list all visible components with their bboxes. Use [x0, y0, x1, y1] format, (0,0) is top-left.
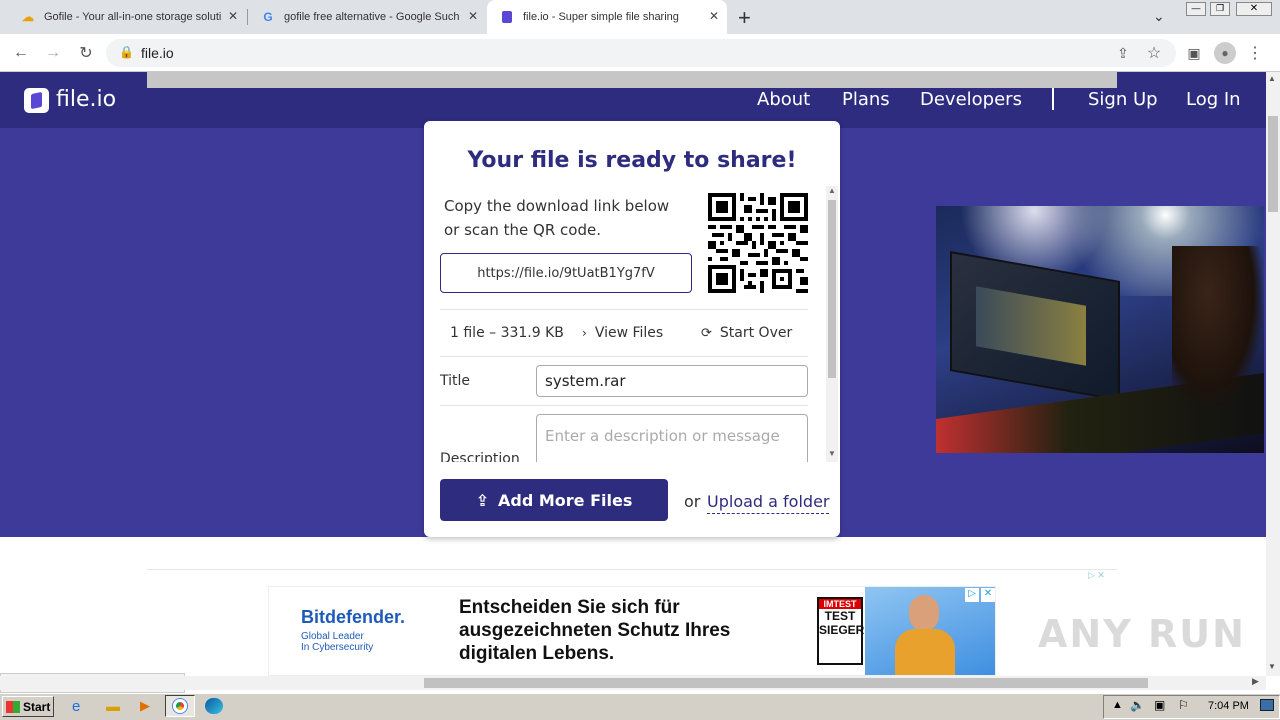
media-player-icon[interactable]: ▶ [140, 698, 150, 714]
side-panel-icon[interactable]: ▣ [1183, 42, 1205, 64]
profile-avatar-icon[interactable]: ● [1214, 42, 1236, 64]
tab-search-icon[interactable]: ⌄ [1153, 8, 1165, 25]
scroll-up-icon: ▲ [828, 186, 836, 195]
ad-brand: Bitdefender. [301, 607, 406, 627]
qr-code [708, 193, 808, 293]
title-input[interactable]: system.rar [536, 365, 808, 397]
adchoices-icon[interactable]: ▷ ✕ [1088, 570, 1105, 581]
tray-arrow-icon[interactable]: ▲ [1112, 699, 1123, 711]
download-link-field[interactable]: https://file.io/9tUatB1Yg7fV [440, 253, 692, 293]
minimize-button[interactable]: — [1186, 2, 1206, 16]
google-favicon: G [263, 10, 273, 24]
upload-folder-link[interactable]: Upload a folder [707, 492, 830, 514]
page-horizontal-scrollbar[interactable]: ▶ [0, 676, 1266, 690]
address-bar[interactable] [106, 39, 1176, 67]
nav-login[interactable]: Log In [1186, 89, 1241, 110]
ad-headline: Entscheiden Sie sich für ausgezeichneten… [459, 597, 731, 664]
close-icon[interactable]: ✕ [228, 9, 238, 23]
nav-about[interactable]: About [757, 89, 810, 110]
scroll-mask [424, 462, 828, 476]
upload-icon: ⇪ [475, 490, 490, 510]
url-text[interactable]: file.io [141, 45, 174, 61]
add-more-files-button[interactable]: ⇪ Add More Files [440, 479, 668, 521]
scroll-down-icon: ▼ [828, 449, 836, 458]
card-scrollbar[interactable]: ▲ ▼ [826, 186, 838, 462]
lock-icon: 🔒 [119, 45, 134, 59]
windows-logo-icon [6, 700, 20, 713]
bookmark-star-icon[interactable]: ☆ [1143, 42, 1165, 64]
forward-icon[interactable]: → [42, 42, 64, 64]
adchoices-icon[interactable]: ▷ [965, 588, 979, 602]
description-input[interactable]: Enter a description or message [536, 414, 808, 462]
folder-icon[interactable]: ▬ [106, 698, 120, 714]
divider [440, 309, 808, 310]
ad-placeholder-bar [147, 72, 1117, 88]
new-tab-button[interactable]: + [738, 5, 751, 31]
share-icon[interactable]: ⇪ [1112, 42, 1134, 64]
file-summary: 1 file – 331.9 KB [450, 325, 564, 341]
ad-tagline-1: Global Leader [301, 631, 364, 642]
ie-icon[interactable]: e [72, 698, 80, 715]
window-close-button[interactable]: ✕ [1236, 2, 1272, 16]
fileio-favicon [499, 9, 515, 25]
flag-icon[interactable]: ⚐ [1178, 698, 1189, 712]
reload-icon[interactable]: ↻ [75, 42, 97, 64]
ad-close-icon[interactable]: ✕ [981, 588, 995, 602]
logo-text[interactable]: file.io [56, 87, 116, 112]
edge-icon[interactable] [205, 698, 223, 714]
instructions-line-2: or scan the QR code. [444, 221, 601, 239]
tab-google[interactable]: G gofile free alternative - Google Such … [248, 0, 486, 34]
start-over-button[interactable]: ⟳ Start Over [701, 325, 792, 341]
nav-divider [1052, 88, 1054, 110]
hero-gaming-image [936, 206, 1264, 453]
nav-signup[interactable]: Sign Up [1088, 89, 1158, 110]
refresh-icon: ⟳ [701, 325, 712, 341]
taskbar-chrome-button[interactable] [165, 695, 195, 717]
view-files-button[interactable]: › View Files [582, 325, 663, 341]
close-icon[interactable]: ✕ [709, 9, 719, 23]
close-icon[interactable]: ✕ [468, 9, 478, 23]
page-vertical-scrollbar[interactable]: ▲ ▼ [1266, 72, 1280, 676]
card-heading: Your file is ready to share! [467, 148, 797, 173]
menu-dots-icon[interactable]: ⋮ [1244, 42, 1266, 64]
volume-icon[interactable]: 🔈 [1130, 698, 1145, 712]
clock: 7:04 PM [1208, 700, 1249, 712]
divider [440, 405, 808, 406]
show-desktop-icon[interactable] [1260, 699, 1274, 711]
instructions-line-1: Copy the download link below [444, 197, 670, 215]
bitdefender-ad[interactable]: Bitdefender. Global Leader In Cybersecur… [268, 586, 996, 676]
nav-plans[interactable]: Plans [842, 89, 890, 110]
ad-top-rule [147, 569, 1117, 570]
maximize-button[interactable]: ❐ [1210, 2, 1230, 16]
tab-gofile[interactable]: ☁ Gofile - Your all-in-one storage solut… [8, 0, 246, 34]
chrome-icon [173, 699, 187, 713]
divider [440, 356, 808, 357]
watermark: ANY RUN [1038, 612, 1246, 656]
back-icon[interactable]: ← [10, 42, 32, 64]
tab-fileio[interactable]: file.io - Super simple file sharing ✕ [487, 0, 727, 34]
gofile-favicon: ☁ [22, 10, 34, 24]
network-icon[interactable]: ▣ [1154, 698, 1165, 712]
title-label: Title [440, 373, 471, 389]
chevron-right-icon: › [582, 326, 587, 340]
ad-test-badge: IMTEST TEST SIEGER [817, 597, 864, 665]
ad-tagline-2: In Cybersecurity [301, 642, 374, 653]
nav-developers[interactable]: Developers [920, 89, 1022, 110]
start-button[interactable]: Start [2, 696, 54, 717]
or-text: or [684, 492, 701, 511]
logo-icon[interactable] [24, 88, 49, 113]
